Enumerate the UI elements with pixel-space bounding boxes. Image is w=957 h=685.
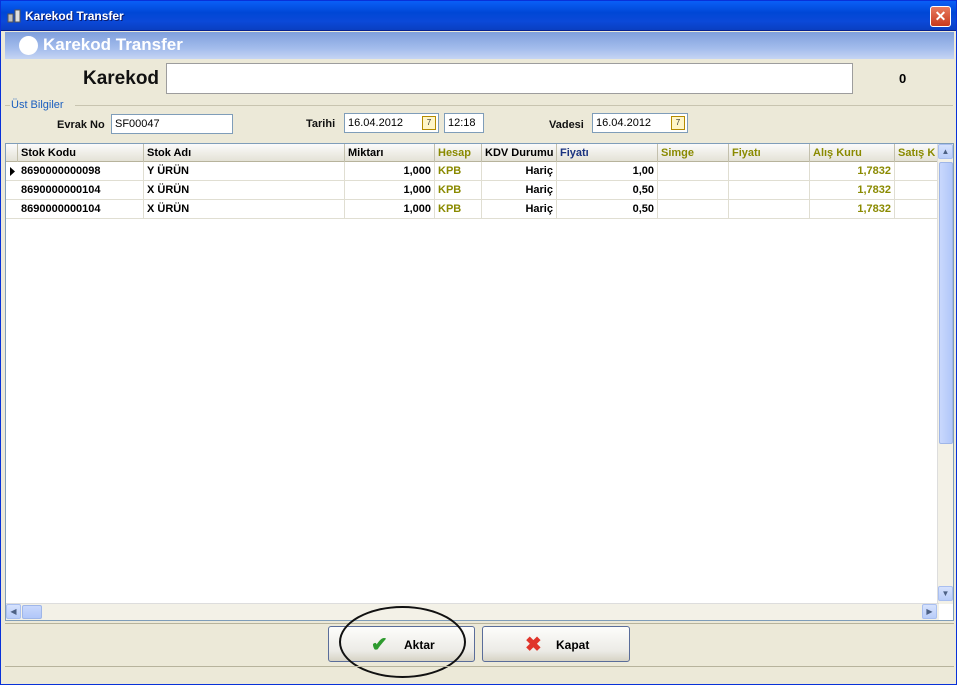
- cell-alis-kuru[interactable]: 1,7832: [810, 200, 895, 219]
- scroll-left-icon[interactable]: ◀: [6, 604, 21, 619]
- saat-field[interactable]: 12:18: [444, 113, 484, 133]
- cell-stok-kodu[interactable]: 8690000000104: [18, 181, 144, 200]
- items-grid[interactable]: Stok Kodu Stok Adı Miktarı Hesap KDV Dur…: [5, 143, 954, 621]
- cell-fiyat[interactable]: 0,50: [557, 200, 658, 219]
- evrak-no-label: Evrak No: [57, 119, 105, 131]
- cell-simge[interactable]: [658, 200, 729, 219]
- cell-alis-kuru[interactable]: 1,7832: [810, 181, 895, 200]
- cell-satis-kuru[interactable]: [895, 200, 939, 219]
- cell-kdv[interactable]: Hariç: [482, 162, 557, 181]
- column-header[interactable]: Stok Kodu: [18, 144, 144, 162]
- cell-hesap[interactable]: KPB: [435, 200, 482, 219]
- evrak-no-value: SF00047: [115, 118, 160, 130]
- cell-fiyat[interactable]: 0,50: [557, 181, 658, 200]
- kapat-label: Kapat: [556, 638, 590, 652]
- column-header[interactable]: Stok Adı: [144, 144, 345, 162]
- cell-satis-kuru[interactable]: [895, 162, 939, 181]
- column-header[interactable]: Alış Kuru: [810, 144, 895, 162]
- cell-alis-kuru[interactable]: 1,7832: [810, 162, 895, 181]
- cell-stok-adi[interactable]: Y ÜRÜN: [144, 162, 345, 181]
- app-icon: [7, 9, 21, 23]
- status-bar: [5, 666, 954, 683]
- tarihi-field[interactable]: 16.04.2012 7: [344, 113, 439, 133]
- vadesi-label: Vadesi: [549, 119, 584, 131]
- cell-kdv[interactable]: Hariç: [482, 200, 557, 219]
- main-window: Karekod Transfer ✕ Karekod Transfer Kare…: [0, 0, 957, 685]
- cell-hesap[interactable]: KPB: [435, 181, 482, 200]
- row-indicator: [6, 200, 18, 219]
- table-row[interactable]: 8690000000104 X ÜRÜN 1,000 KPB Hariç 0,5…: [6, 181, 939, 200]
- cross-icon: ✖: [525, 634, 542, 656]
- cell-miktar[interactable]: 1,000: [345, 162, 435, 181]
- column-header[interactable]: Hesap: [435, 144, 482, 162]
- scroll-right-icon[interactable]: ▶: [922, 604, 937, 619]
- grid-header: Stok Kodu Stok Adı Miktarı Hesap KDV Dur…: [6, 144, 939, 162]
- kapat-button[interactable]: ✖ Kapat: [482, 626, 630, 662]
- karekod-label: Karekod: [83, 68, 160, 89]
- footer-divider: [5, 623, 954, 624]
- cell-kdv[interactable]: Hariç: [482, 181, 557, 200]
- saat-value: 12:18: [448, 117, 476, 129]
- column-header[interactable]: Satış K: [895, 144, 939, 162]
- column-header[interactable]: Fiyatı: [729, 144, 810, 162]
- current-row-icon: [10, 167, 15, 176]
- cell-miktar[interactable]: 1,000: [345, 200, 435, 219]
- evrak-no-field[interactable]: SF00047: [111, 114, 233, 134]
- header-band: Karekod Transfer: [5, 32, 954, 59]
- scan-count: 0: [899, 71, 907, 86]
- row-indicator-header: [6, 144, 18, 162]
- cell-fiyat[interactable]: 1,00: [557, 162, 658, 181]
- cell-simge[interactable]: [658, 181, 729, 200]
- cell-simge[interactable]: [658, 162, 729, 181]
- cell-stok-kodu[interactable]: 8690000000104: [18, 200, 144, 219]
- header-title: Karekod Transfer: [43, 35, 183, 54]
- window-title: Karekod Transfer: [25, 9, 124, 23]
- table-row[interactable]: 8690000000098 Y ÜRÜN 1,000 KPB Hariç 1,0…: [6, 162, 939, 181]
- column-header[interactable]: KDV Durumu: [482, 144, 557, 162]
- section-title: Üst Bilgiler: [11, 99, 64, 111]
- vertical-scrollbar[interactable]: ▲ ▼: [937, 144, 953, 604]
- horizontal-scroll-thumb[interactable]: [22, 605, 42, 619]
- cell-fiyat2[interactable]: [729, 181, 810, 200]
- column-header[interactable]: Simge: [658, 144, 729, 162]
- title-bar[interactable]: Karekod Transfer ✕: [1, 1, 956, 31]
- cell-stok-adi[interactable]: X ÜRÜN: [144, 181, 345, 200]
- vadesi-value: 16.04.2012: [596, 117, 652, 129]
- cell-hesap[interactable]: KPB: [435, 162, 482, 181]
- karekod-input[interactable]: [166, 63, 853, 94]
- column-header[interactable]: Fiyatı: [557, 144, 658, 162]
- cell-satis-kuru[interactable]: [895, 181, 939, 200]
- cell-stok-adi[interactable]: X ÜRÜN: [144, 200, 345, 219]
- scroll-down-icon[interactable]: ▼: [938, 586, 953, 601]
- circle-icon: [19, 36, 38, 55]
- close-button[interactable]: ✕: [930, 6, 951, 27]
- cell-fiyat2[interactable]: [729, 162, 810, 181]
- column-header[interactable]: Miktarı: [345, 144, 435, 162]
- section-divider: [75, 105, 953, 106]
- table-row[interactable]: 8690000000104 X ÜRÜN 1,000 KPB Hariç 0,5…: [6, 200, 939, 219]
- section-divider: [5, 105, 10, 106]
- horizontal-scrollbar[interactable]: ◀ ▶: [6, 603, 939, 620]
- tarihi-value: 16.04.2012: [348, 117, 404, 129]
- cell-miktar[interactable]: 1,000: [345, 181, 435, 200]
- cell-fiyat2[interactable]: [729, 200, 810, 219]
- tarihi-label: Tarihi: [306, 118, 336, 130]
- cell-stok-kodu[interactable]: 8690000000098: [18, 162, 144, 181]
- vertical-scroll-thumb[interactable]: [939, 162, 953, 444]
- vadesi-field[interactable]: 16.04.2012 7: [592, 113, 688, 133]
- scroll-up-icon[interactable]: ▲: [938, 144, 953, 159]
- calendar-icon[interactable]: 7: [422, 116, 436, 130]
- row-indicator: [6, 181, 18, 200]
- calendar-icon[interactable]: 7: [671, 116, 685, 130]
